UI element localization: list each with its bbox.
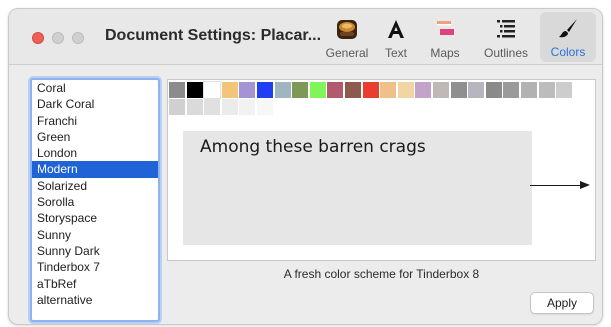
scheme-description: A fresh color scheme for Tinderbox 8 [283,267,480,281]
color-swatch [257,99,273,115]
text-icon [388,20,404,38]
color-swatch [468,82,485,98]
color-swatch [538,82,555,98]
list-item[interactable]: Sorolla [32,194,158,210]
color-swatch [415,82,432,98]
tab-maps-label: Maps [430,46,460,60]
list-item[interactable]: Modern [32,161,158,178]
color-swatch [239,99,256,115]
preview-link-line [530,185,584,186]
window-title: Document Settings: Placar... [105,27,322,44]
tab-general[interactable]: General [322,13,372,61]
color-swatch [362,82,379,98]
list-item[interactable]: Franchi [32,113,158,129]
arrow-right-icon [580,181,590,189]
list-item[interactable]: London [32,145,158,161]
color-swatch [239,82,256,98]
tab-text[interactable]: Text [376,13,416,61]
tab-general-label: General [325,46,369,60]
close-window-button[interactable] [32,32,44,44]
color-swatch [309,82,326,98]
preview-note-title: Among these barren crags [200,137,426,157]
maps-icon [437,21,454,35]
color-swatch [292,82,309,98]
toolbar: Document Settings: Placar... General Tex… [9,9,602,65]
color-swatch [397,82,414,98]
outlines-icon [497,20,515,38]
tab-outlines[interactable]: Outlines [477,13,535,61]
list-item[interactable]: Dark Coral [32,96,158,112]
color-swatch [257,82,273,98]
list-item[interactable]: Sunny [32,227,158,243]
color-swatch [556,82,573,98]
color-swatch [204,99,221,115]
tab-maps[interactable]: Maps [421,13,469,61]
colors-icon [559,19,577,38]
color-swatch [169,82,185,98]
tab-outlines-label: Outlines [483,46,529,60]
zoom-window-button[interactable] [72,32,84,44]
color-swatch [450,82,467,98]
list-item[interactable]: Coral [32,80,158,96]
color-swatch [203,81,222,99]
tab-text-label: Text [384,46,407,60]
color-swatch [169,99,185,115]
color-swatch [380,82,397,98]
color-swatch [327,82,344,98]
color-swatch [186,99,203,115]
color-swatch [221,82,238,98]
list-item[interactable]: aTbRef [32,276,158,292]
color-swatch [221,99,238,115]
list-item[interactable]: Storyspace [32,210,158,226]
color-scheme-list[interactable]: Coral Dark Coral Franchi Green London Modern S… [30,78,160,322]
settings-window: Document Settings: Placar... General Tex… [8,8,603,325]
list-item[interactable]: Tinderbox 7 [32,259,158,275]
color-swatch [274,82,291,98]
general-icon [337,20,357,39]
color-swatch [485,82,502,98]
list-item[interactable]: Green [32,129,158,145]
minimize-window-button[interactable] [52,32,64,44]
list-item[interactable]: Solarized [32,178,158,194]
scheme-preview: Among these barren crags [167,79,596,261]
tab-colors-label: Colors [550,45,586,59]
apply-button[interactable]: Apply [530,292,594,314]
color-swatch [345,82,361,98]
color-swatch [433,82,449,98]
color-swatch [521,82,537,98]
preview-note: Among these barren crags [183,131,532,245]
color-swatch [186,82,203,98]
color-swatch [503,82,520,98]
list-item[interactable]: Sunny Dark [32,243,158,259]
tab-colors[interactable]: Colors [540,12,596,62]
list-item[interactable]: alternative [32,292,158,308]
